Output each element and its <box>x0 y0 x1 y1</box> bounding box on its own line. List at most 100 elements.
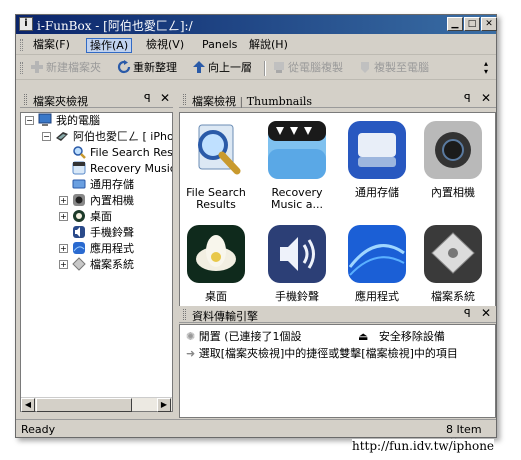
tile-ringtones[interactable]: 手機鈴聲 <box>261 223 333 303</box>
scroll-right-icon[interactable]: ▶ <box>157 398 171 412</box>
expand-icon[interactable]: + <box>59 196 68 205</box>
tile-desktop[interactable]: 桌面 <box>180 223 252 303</box>
tree-node-file-search[interactable]: File Search Results <box>72 145 172 161</box>
speaker-icon <box>268 225 326 283</box>
tree-node-recovery-music[interactable]: Recovery Music <box>72 161 172 177</box>
menu-grip[interactable] <box>20 39 23 51</box>
computer-icon <box>38 113 52 126</box>
transfer-panel-close-icon[interactable]: ✕ <box>481 306 491 320</box>
storage-icon <box>72 179 86 189</box>
up-arrow-icon <box>193 61 205 73</box>
add-icon <box>31 61 43 73</box>
tree-node-iphone[interactable]: −阿伯也愛匚ㄥ [ iPhone ] <box>42 129 172 145</box>
folder-panel-header: 檔案夾檢視 ꟼ ✕ <box>20 91 173 108</box>
up-level-button[interactable]: 向上一層 <box>192 60 252 77</box>
refresh-icon <box>117 60 131 74</box>
collapse-icon[interactable]: − <box>42 132 51 141</box>
panel-grip[interactable] <box>183 309 186 320</box>
tile-storage[interactable]: 通用存儲 <box>341 119 413 199</box>
folder-tree: −我的電腦 −阿伯也愛匚ㄥ [ iPhone ] File Search Res… <box>20 112 173 412</box>
pin-icon[interactable]: ꟼ <box>144 92 151 105</box>
tile-recovery-music[interactable]: Recovery Music a... <box>261 119 333 211</box>
tree-node-storage[interactable]: 通用存儲 <box>72 177 134 193</box>
copy-from-pc-button[interactable]: 從電腦複製 <box>272 60 343 77</box>
tile-label: 手機鈴聲 <box>275 290 319 303</box>
menu-view[interactable]: 檢視(V) <box>143 38 187 53</box>
arrow-right-icon: ➜ <box>186 347 196 360</box>
menu-bar: 檔案(F) 操作(A) 檢視(V) Panels 解說(H) <box>16 35 496 55</box>
copy-to-pc-button[interactable]: 複製至電腦 <box>358 60 429 77</box>
thumb-panel-title: 檔案檢視 | Thumbnails <box>192 95 313 108</box>
tile-label: 應用程式 <box>355 290 399 303</box>
expand-icon[interactable]: + <box>59 244 68 253</box>
menu-help[interactable]: 解說(H) <box>246 38 291 53</box>
maximize-button[interactable]: □ <box>464 17 480 31</box>
toolbar-grip[interactable] <box>20 62 23 74</box>
iphone-icon <box>56 132 68 141</box>
eject-icon: ⏏ <box>358 330 369 343</box>
app-window: i i-FunBox - [阿伯也愛匚ㄥ]:/ ▁ □ ✕ 檔案(F) 操作(A… <box>15 14 497 451</box>
storage-icon <box>348 121 406 179</box>
camera-icon <box>73 194 85 206</box>
close-button[interactable]: ✕ <box>481 17 497 31</box>
collapse-icon[interactable]: − <box>25 116 34 125</box>
search-icon <box>73 146 86 159</box>
tile-apps[interactable]: 應用程式 <box>341 223 413 303</box>
thumb-panel-close-icon[interactable]: ✕ <box>481 91 491 105</box>
tile-camera[interactable]: 內置相機 <box>417 119 489 199</box>
panel-grip[interactable] <box>183 94 186 105</box>
app-icon[interactable]: i <box>19 17 33 31</box>
ringtone-icon <box>73 226 85 238</box>
close-icon: ✕ <box>485 19 493 29</box>
apps-icon <box>348 225 406 283</box>
status-bar: Ready 8 Item 剩 <box>16 419 496 451</box>
tree-node-apps[interactable]: + 應用程式 <box>59 241 134 257</box>
scrollbar-thumb[interactable] <box>36 398 132 412</box>
desktop-icon <box>73 210 85 222</box>
music-icon <box>72 161 86 175</box>
new-folder-button[interactable]: 新建檔案夾 <box>30 60 101 77</box>
pin-icon[interactable]: ꟼ <box>464 92 471 105</box>
title-bar[interactable]: i i-FunBox - [阿伯也愛匚ㄥ]:/ ▁ □ ✕ <box>16 15 497 34</box>
minimize-button[interactable]: ▁ <box>447 17 463 31</box>
toolbar: 新建檔案夾 重新整理 向上一層 從電腦複製 複製至電腦 ▴ ▾ <box>16 57 496 80</box>
menu-action[interactable]: 操作(A) <box>86 38 133 53</box>
tree-node-my-computer[interactable]: − 我的電腦 <box>25 113 100 129</box>
filesystem-icon <box>72 257 86 271</box>
menu-panels[interactable]: Panels <box>199 38 240 53</box>
expand-icon[interactable]: + <box>59 212 68 221</box>
tile-label: File Search Results <box>186 186 246 211</box>
thumbnail-view: File Search Results Recovery Music a... … <box>179 112 496 307</box>
music-icon <box>268 121 326 179</box>
lotus-icon <box>187 225 245 283</box>
camera-icon <box>424 121 482 179</box>
thumb-panel-header: 檔案檢視 | Thumbnails ꟼ ✕ <box>179 91 496 108</box>
tile-filesystem[interactable]: 檔案系統 <box>417 223 489 303</box>
expand-icon[interactable]: + <box>59 260 68 269</box>
tree-node-ringtones[interactable]: 手機鈴聲 <box>72 225 134 241</box>
view-mode-label: Thumbnails <box>246 95 313 108</box>
transfer-panel-title: 資料傳輸引擎 <box>192 310 258 323</box>
pin-icon[interactable]: ꟼ <box>464 307 471 320</box>
apps-icon <box>73 242 85 254</box>
tree-node-filesystem[interactable]: + 檔案系統 <box>59 257 134 273</box>
copy-from-pc-icon <box>274 62 284 73</box>
safe-remove-button[interactable]: ⏏ 安全移除設備 <box>358 330 445 343</box>
panel-grip[interactable] <box>24 94 27 105</box>
window-title: i-FunBox - [阿伯也愛匚ㄥ]:/ <box>37 19 193 33</box>
tile-label: Recovery Music a... <box>270 186 324 211</box>
toolbar-overflow-chevron[interactable]: ▴ ▾ <box>484 60 488 76</box>
watermark-url: http://fun.idv.tw/iphone <box>352 439 495 453</box>
tree-node-desktop[interactable]: + 桌面 <box>59 209 112 225</box>
status-text: Ready <box>21 423 56 436</box>
folder-panel-close-icon[interactable]: ✕ <box>160 91 170 105</box>
tree-horizontal-scrollbar[interactable]: ◀ ▶ <box>21 397 172 412</box>
tile-file-search[interactable]: File Search Results <box>180 119 252 211</box>
transfer-hint: ➜ 選取[檔案夾檢視]中的捷徑或雙擊[檔案檢視]中的項目 <box>186 347 458 360</box>
refresh-button[interactable]: 重新整理 <box>117 60 177 77</box>
maximize-icon: □ <box>467 19 477 29</box>
copy-to-pc-icon <box>361 62 369 73</box>
menu-file[interactable]: 檔案(F) <box>30 38 73 53</box>
tree-node-camera[interactable]: + 內置相機 <box>59 193 134 209</box>
scroll-left-icon[interactable]: ◀ <box>21 398 35 412</box>
